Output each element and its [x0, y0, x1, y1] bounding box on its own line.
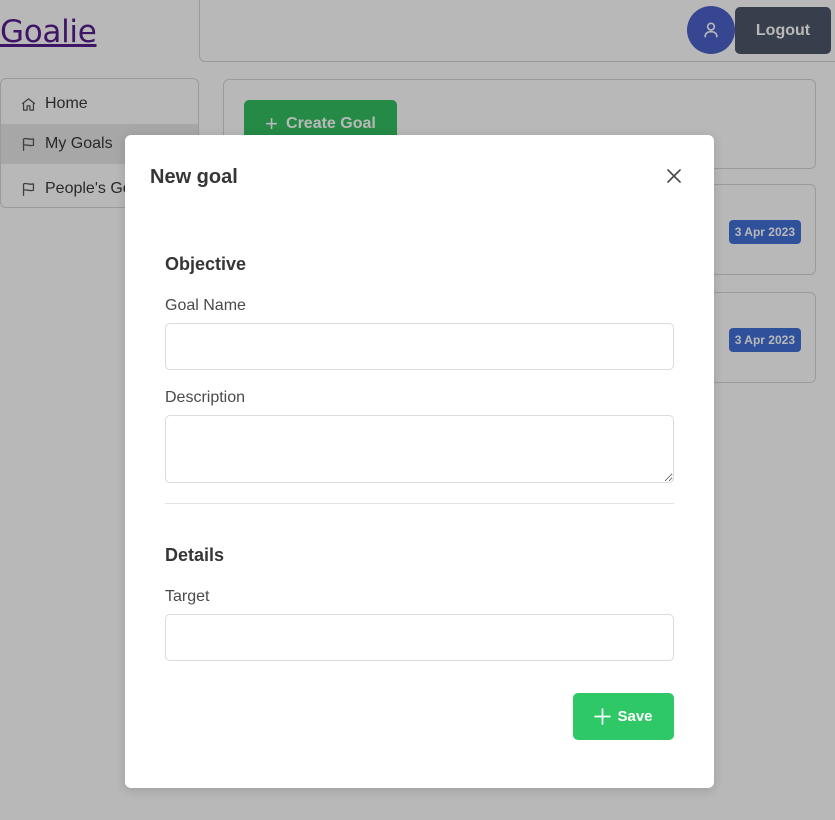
modal-title: New goal — [150, 166, 238, 188]
plus-icon — [594, 708, 612, 725]
description-label: Description — [165, 389, 246, 406]
section-divider — [165, 503, 674, 504]
close-icon — [667, 169, 681, 183]
save-label: Save — [617, 708, 653, 725]
goal-name-label: Goal Name — [165, 297, 246, 314]
target-label: Target — [165, 588, 210, 605]
details-section-title: Details — [165, 545, 225, 565]
goal-name-input[interactable] — [165, 323, 674, 370]
new-goal-modal: New goal Objective Goal Name Description… — [125, 135, 714, 788]
description-textarea[interactable] — [165, 415, 674, 483]
objective-section-title: Objective — [165, 254, 247, 274]
save-button[interactable]: Save — [573, 693, 674, 740]
close-button[interactable] — [663, 165, 685, 187]
target-input[interactable] — [165, 614, 674, 661]
